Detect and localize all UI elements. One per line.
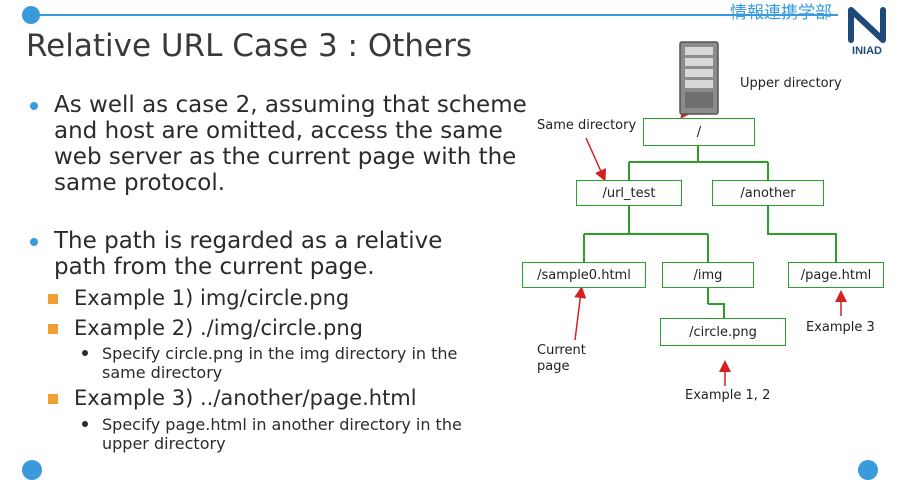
label-same-directory: Same directory — [537, 118, 637, 133]
server-icon — [679, 41, 719, 115]
tree-edge-another — [767, 206, 837, 262]
footer-dot-right — [858, 460, 878, 480]
label-current-page: Current page — [537, 343, 586, 374]
node-another: /another — [712, 180, 824, 206]
node-url-test: /url_test — [576, 180, 682, 206]
arrow-current — [574, 286, 587, 341]
tree-edge-root — [628, 146, 769, 180]
node-circle: /circle.png — [660, 318, 786, 346]
arrow-same — [585, 137, 607, 182]
tree-edge-img — [707, 288, 725, 318]
tree-edge-url-test — [583, 206, 709, 262]
node-sample0: /sample0.html — [522, 262, 646, 288]
node-page: /page.html — [788, 262, 884, 288]
label-example-3: Example 3 — [806, 320, 875, 335]
label-example-1-2: Example 1, 2 — [685, 388, 771, 403]
label-upper-directory: Upper directory — [740, 76, 842, 91]
node-root: / — [643, 118, 755, 146]
footer-dot-left — [22, 460, 42, 480]
node-img: /img — [662, 262, 754, 288]
